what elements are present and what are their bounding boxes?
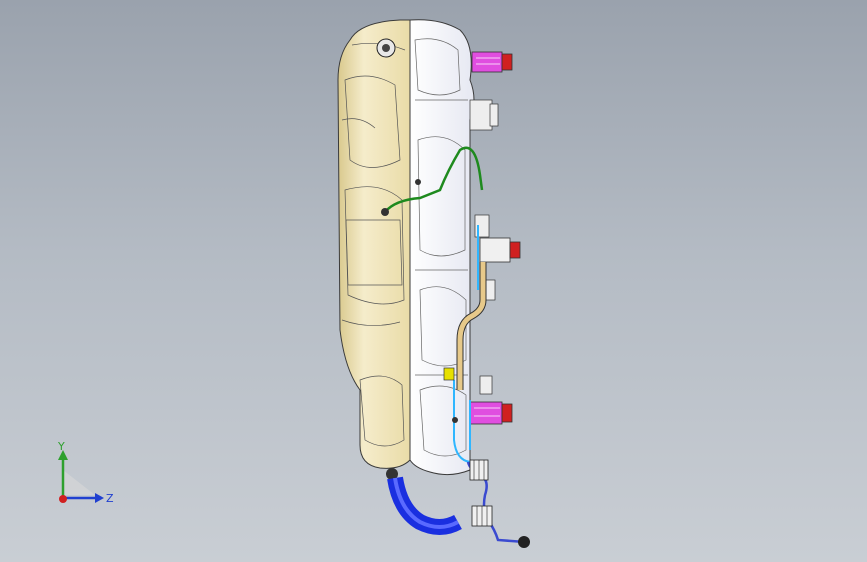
- mounting-bracket-middle[interactable]: [479, 237, 521, 263]
- sensor-block[interactable]: [443, 367, 455, 381]
- y-axis-label: Y: [57, 440, 65, 453]
- origin-icon: [59, 495, 67, 503]
- coordinate-triad: Y Z: [57, 440, 114, 505]
- mounting-bracket-top[interactable]: [471, 51, 513, 73]
- mounting-bracket-bottom[interactable]: [469, 401, 513, 425]
- triad-plane: [63, 470, 95, 495]
- fuel-tank-model[interactable]: [0, 0, 867, 562]
- filler-cap[interactable]: [376, 38, 396, 58]
- 3d-viewport[interactable]: Y Z: [0, 0, 867, 562]
- harness-connectors[interactable]: [469, 459, 530, 548]
- z-axis-arrow-icon: [95, 493, 104, 503]
- z-axis-label: Z: [106, 492, 114, 505]
